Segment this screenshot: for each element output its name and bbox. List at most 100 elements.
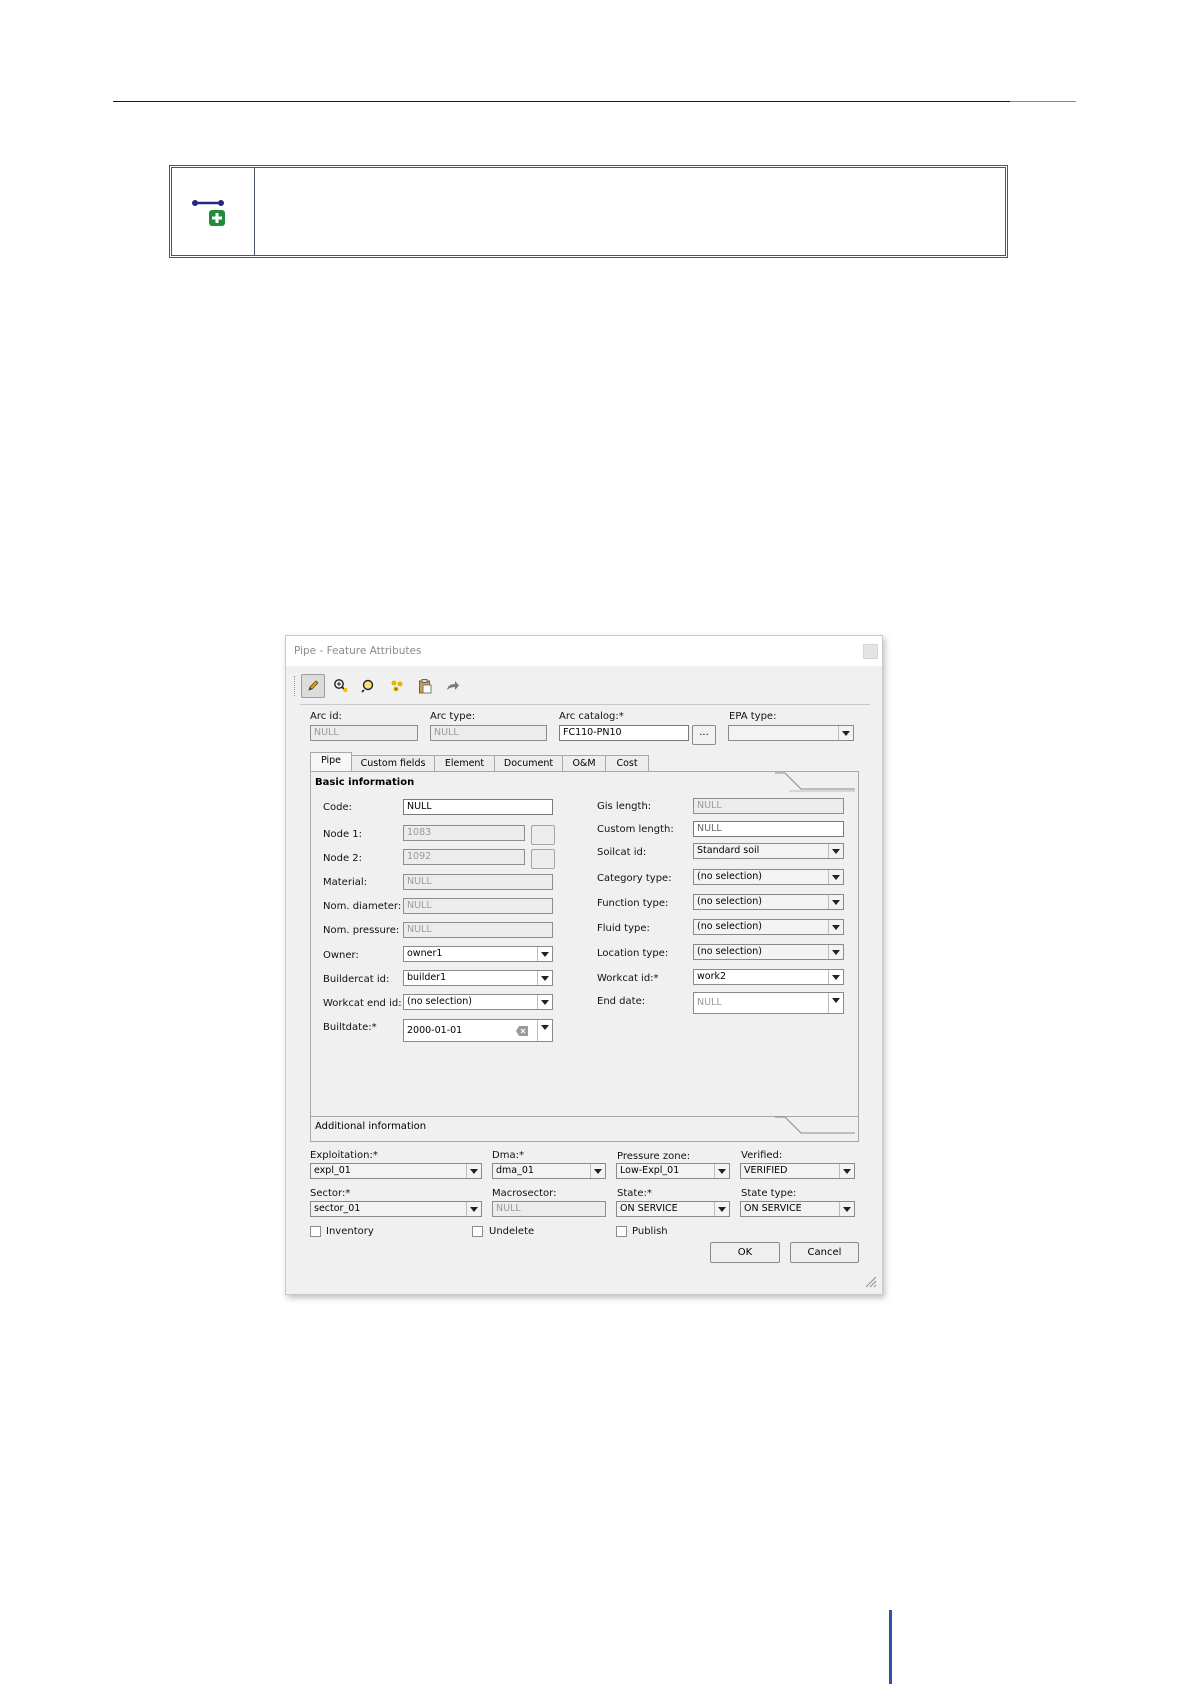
- pressure-zone-label: Pressure zone:: [617, 1151, 691, 1162]
- node1-field[interactable]: 1083: [403, 825, 525, 841]
- chevron-down-icon: [537, 971, 552, 985]
- nom-pressure-label: Nom. pressure:: [323, 925, 400, 936]
- tab-element[interactable]: Element: [434, 755, 495, 771]
- close-button[interactable]: [863, 644, 878, 659]
- node2-button[interactable]: [531, 849, 555, 869]
- workcat-label: Workcat id:*: [597, 973, 659, 984]
- workcat-combo[interactable]: work2: [693, 969, 844, 985]
- tool-icon-cell: [172, 168, 255, 255]
- function-type-value: (no selection): [697, 896, 762, 907]
- material-label: Material:: [323, 877, 367, 888]
- arc-catalog-browse-button[interactable]: ...: [692, 725, 716, 745]
- arc-id-field[interactable]: NULL: [310, 725, 418, 741]
- page-header-rule-tail: [1010, 101, 1076, 102]
- code-label: Code:: [323, 802, 352, 813]
- tab-panel: Basic information Code: NULL Node 1: 108…: [310, 771, 859, 1142]
- state-type-combo[interactable]: ON SERVICE: [740, 1201, 855, 1217]
- chevron-down-icon: [828, 870, 843, 884]
- node1-button[interactable]: [531, 825, 555, 845]
- ok-button[interactable]: OK: [710, 1242, 780, 1263]
- state-type-value: ON SERVICE: [744, 1203, 802, 1214]
- chevron-down-icon: [828, 993, 843, 1013]
- page-header-rule: [113, 101, 1076, 102]
- chevron-down-icon: [828, 970, 843, 984]
- clear-icon[interactable]: [516, 1026, 528, 1036]
- undelete-label: Undelete: [489, 1226, 535, 1237]
- workcat-end-combo[interactable]: (no selection): [403, 994, 553, 1010]
- builtdate-value: 2000-01-01: [407, 1025, 463, 1036]
- location-type-combo[interactable]: (no selection): [693, 944, 844, 960]
- state-combo[interactable]: ON SERVICE: [616, 1201, 730, 1217]
- tab-cost[interactable]: Cost: [605, 755, 649, 771]
- chevron-down-icon: [839, 1202, 854, 1216]
- owner-combo[interactable]: owner1: [403, 946, 553, 962]
- function-type-combo[interactable]: (no selection): [693, 894, 844, 910]
- exploitation-label: Exploitation:*: [310, 1150, 378, 1161]
- verified-combo[interactable]: VERIFIED: [740, 1163, 855, 1179]
- inventory-checkbox[interactable]: [310, 1226, 321, 1237]
- owner-value: owner1: [407, 948, 443, 959]
- toolbar-separator: [300, 704, 870, 705]
- exploitation-value: expl_01: [314, 1165, 351, 1176]
- end-date-picker[interactable]: NULL: [693, 992, 844, 1014]
- tab-custom-fields[interactable]: Custom fields: [351, 755, 435, 771]
- chevron-down-icon: [839, 1164, 854, 1178]
- workcat-end-value: (no selection): [407, 996, 472, 1007]
- tab-om[interactable]: O&M: [562, 755, 606, 771]
- category-type-combo[interactable]: (no selection): [693, 869, 844, 885]
- builtdate-picker[interactable]: 2000-01-01: [403, 1019, 553, 1042]
- chevron-down-icon: [590, 1164, 605, 1178]
- nom-diameter-field[interactable]: NULL: [403, 898, 553, 914]
- buildercat-combo[interactable]: builder1: [403, 970, 553, 986]
- chevron-down-icon: [828, 945, 843, 959]
- exploitation-combo[interactable]: expl_01: [310, 1163, 482, 1179]
- chevron-down-icon: [466, 1202, 481, 1216]
- dialog-titlebar[interactable]: Pipe - Feature Attributes: [286, 636, 882, 666]
- category-type-value: (no selection): [697, 871, 762, 882]
- zoom-to-feature-button[interactable]: [357, 674, 381, 698]
- tab-pipe[interactable]: Pipe: [310, 752, 352, 772]
- link-button[interactable]: [385, 674, 409, 698]
- fluid-type-label: Fluid type:: [597, 923, 650, 934]
- arc-catalog-field[interactable]: FC110-PN10: [559, 725, 689, 741]
- gis-length-field[interactable]: NULL: [693, 798, 844, 814]
- state-label: State:*: [617, 1188, 652, 1199]
- macrosector-field[interactable]: NULL: [492, 1201, 606, 1217]
- edit-pencil-button[interactable]: [301, 674, 325, 698]
- zoom-in-button[interactable]: [329, 674, 353, 698]
- sector-combo[interactable]: sector_01: [310, 1201, 482, 1217]
- toolbar-grip[interactable]: [294, 676, 298, 696]
- resize-grip-icon[interactable]: [863, 1274, 877, 1288]
- fluid-type-combo[interactable]: (no selection): [693, 919, 844, 935]
- tab-document[interactable]: Document: [494, 755, 563, 771]
- clipboard-icon: [419, 679, 432, 694]
- redo-button[interactable]: [441, 674, 465, 698]
- custom-length-field[interactable]: NULL: [693, 821, 844, 837]
- inventory-label: Inventory: [326, 1226, 374, 1237]
- dma-combo[interactable]: dma_01: [492, 1163, 606, 1179]
- chevron-down-icon: [537, 947, 552, 961]
- macrosector-label: Macrosector:: [492, 1188, 557, 1199]
- soilcat-label: Soilcat id:: [597, 847, 647, 858]
- workcat-value: work2: [697, 971, 727, 982]
- nom-pressure-field[interactable]: NULL: [403, 922, 553, 938]
- code-field[interactable]: NULL: [403, 799, 553, 815]
- arc-type-field[interactable]: NULL: [430, 725, 547, 741]
- cancel-button[interactable]: Cancel: [790, 1242, 859, 1263]
- soilcat-value: Standard soil: [697, 845, 760, 856]
- paste-button[interactable]: [413, 674, 437, 698]
- nodes-icon: [391, 680, 403, 692]
- chevron-down-icon: [828, 844, 843, 858]
- epa-type-combo[interactable]: [728, 725, 854, 741]
- soilcat-combo[interactable]: Standard soil: [693, 843, 844, 859]
- zoom-selection-icon: [361, 679, 374, 693]
- pressure-zone-combo[interactable]: Low-Expl_01: [616, 1163, 730, 1179]
- chevron-down-icon: [828, 895, 843, 909]
- publish-checkbox[interactable]: [616, 1226, 627, 1237]
- sector-value: sector_01: [314, 1203, 361, 1214]
- node2-field[interactable]: 1092: [403, 849, 525, 865]
- material-field[interactable]: NULL: [403, 874, 553, 890]
- owner-label: Owner:: [323, 950, 359, 961]
- dialog-toolbar: [294, 674, 874, 700]
- undelete-checkbox[interactable]: [472, 1226, 483, 1237]
